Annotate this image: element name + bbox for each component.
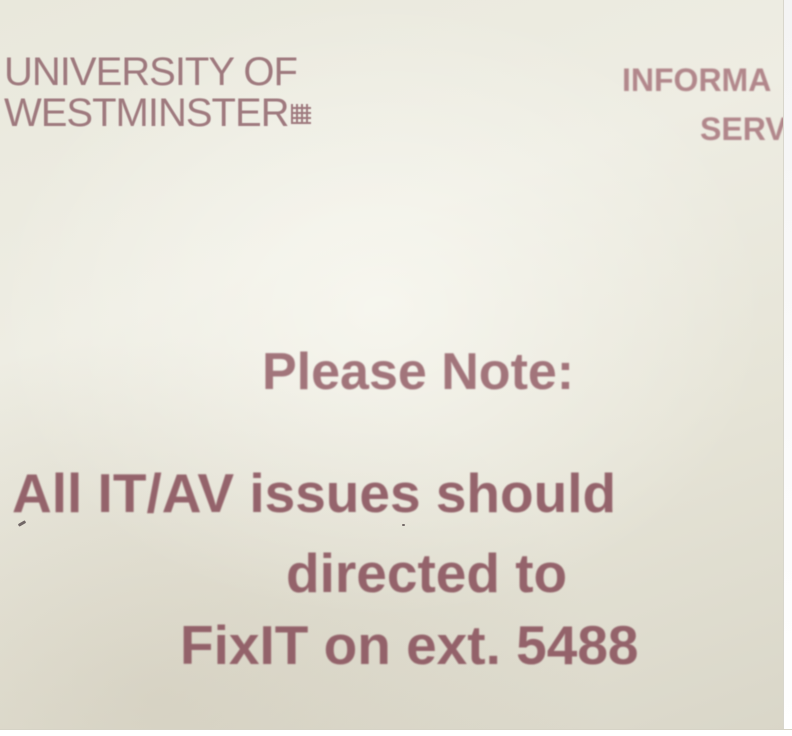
- bottom-edge-strip: [0, 729, 792, 736]
- university-logo-line-1: UNIVERSITY OF: [4, 50, 298, 94]
- portcullis-icon: [290, 104, 311, 124]
- notice-line-1: All IT/AV issues should: [12, 462, 617, 524]
- right-edge-strip: [783, 0, 792, 736]
- department-line-1: INFORMA: [622, 62, 772, 98]
- university-logo-line-2: WESTMINSTER: [4, 93, 311, 133]
- notice-line-2: directed to: [286, 542, 568, 604]
- notice-photo: UNIVERSITY OF WESTMINSTER INFORMA SERV P…: [0, 0, 792, 736]
- notice-heading: Please Note:: [262, 343, 575, 401]
- notice-line-3: FixIT on ext. 5488: [180, 614, 639, 676]
- department-line-2: SERV: [700, 111, 787, 147]
- university-logo-line-2-text: WESTMINSTER: [4, 91, 290, 135]
- dust-speck: [402, 524, 405, 526]
